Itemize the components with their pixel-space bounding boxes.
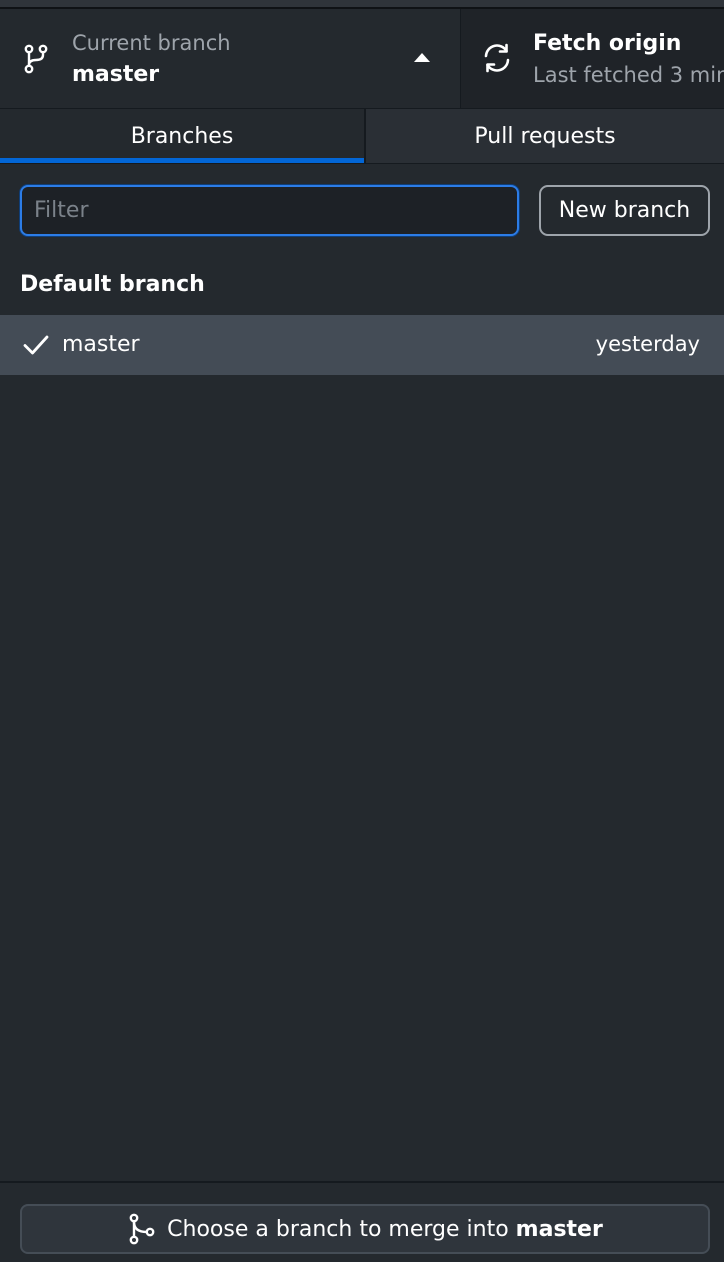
sync-icon <box>484 43 510 73</box>
default-branch-header: Default branch <box>20 272 205 297</box>
merge-prefix-text: Choose a branch to merge into <box>167 1216 516 1242</box>
tab-bar: Branches Pull requests <box>0 109 724 164</box>
fetch-origin-title: Fetch origin <box>533 31 682 56</box>
git-branch-icon <box>24 44 48 74</box>
branch-filter-input[interactable] <box>20 185 519 236</box>
check-icon <box>23 335 49 355</box>
current-branch-label: Current branch <box>72 31 231 55</box>
tab-pull-requests[interactable]: Pull requests <box>366 109 724 163</box>
current-branch-button[interactable]: Current branch master <box>0 9 460 108</box>
last-fetched-label: Last fetched 3 minutes ago <box>533 63 724 87</box>
branch-list-item[interactable]: master yesterday <box>0 315 724 375</box>
current-branch-name: master <box>72 62 160 87</box>
merge-into-branch-button[interactable]: Choose a branch to merge into master <box>20 1204 710 1254</box>
merge-target-branch: master <box>515 1216 603 1242</box>
new-branch-button[interactable]: New branch <box>539 185 710 236</box>
merge-button-label: Choose a branch to merge into master <box>167 1217 603 1242</box>
branch-last-modified: yesterday <box>595 332 700 356</box>
git-merge-icon <box>129 1213 155 1245</box>
merge-footer: Choose a branch to merge into master <box>0 1181 724 1262</box>
tab-branches[interactable]: Branches <box>0 109 364 163</box>
fetch-origin-button[interactable]: Fetch origin Last fetched 3 minutes ago <box>460 9 724 108</box>
toolbar: Current branch master Fetch origin Last … <box>0 9 724 109</box>
window-title-bar <box>0 0 724 9</box>
branch-name: master <box>62 332 140 357</box>
caret-up-icon <box>414 53 430 62</box>
